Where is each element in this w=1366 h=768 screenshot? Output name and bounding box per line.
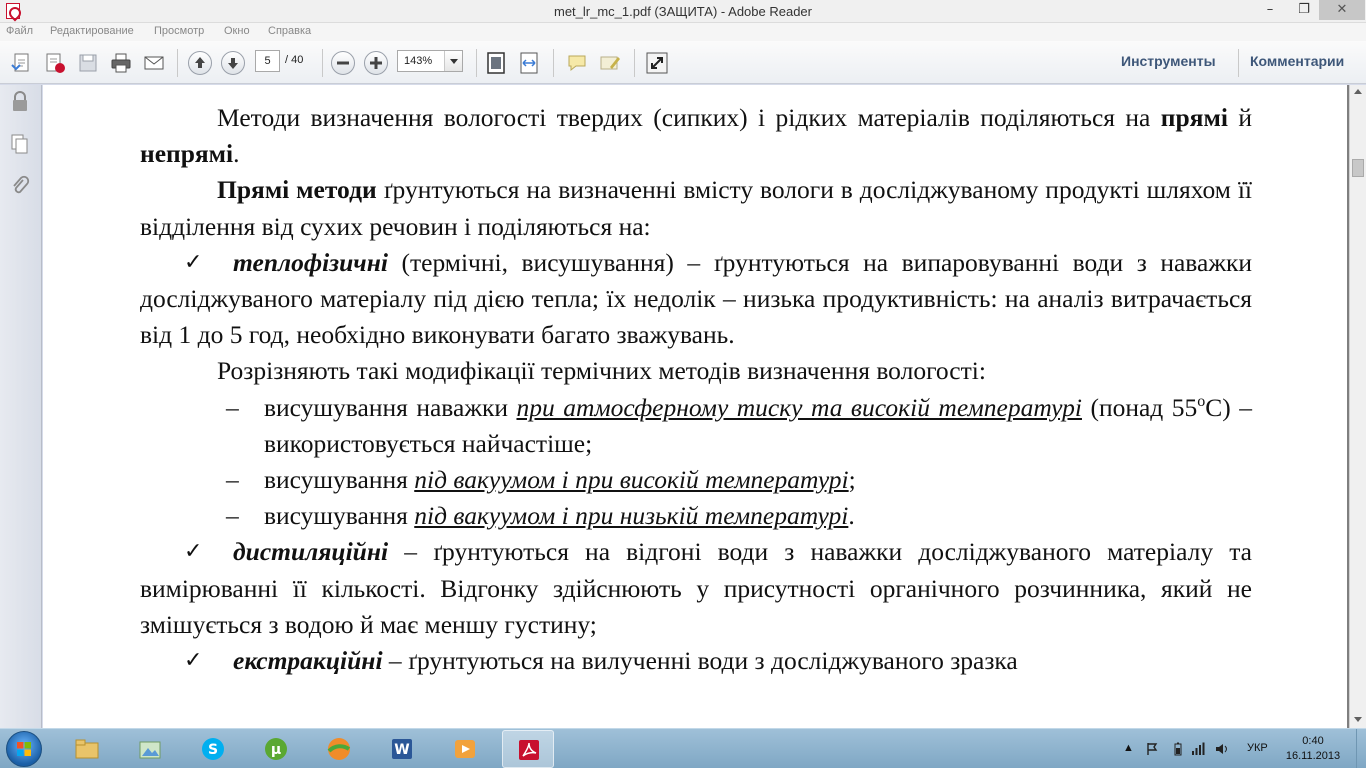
scrollbar-thumb[interactable] — [1352, 159, 1364, 177]
list-item-drying-vacuum-low: – висушування під вакуумом і при низькій … — [140, 498, 1252, 534]
clock-time: 0:40 — [1302, 735, 1324, 747]
paragraph-intro: Методи визначення вологості твердих (сип… — [140, 103, 1252, 169]
taskbar-media-app[interactable] — [313, 730, 365, 768]
list-item-distillation: ✓ дистиляційні – ґрунтуються на відгоні в… — [140, 534, 1252, 643]
svg-text:W: W — [394, 742, 409, 758]
page-thumbnails-icon[interactable] — [10, 133, 30, 155]
taskbar: S µ W ▲ УКР 0:40 16.11.2013 — [0, 728, 1366, 768]
toolbar-separator — [322, 49, 323, 77]
chevron-down-icon[interactable] — [444, 51, 462, 71]
paragraph-direct-methods: Прямі методи ґрунтуються на визначенні в… — [140, 175, 1252, 241]
adobe-reader-icon — [519, 740, 539, 760]
email-icon[interactable] — [142, 51, 166, 75]
svg-text:S: S — [208, 742, 218, 758]
dash-bullet: – — [226, 501, 239, 531]
taskbar-adobe-reader[interactable] — [502, 730, 554, 768]
comments-pane-button[interactable]: Комментарии — [1250, 53, 1344, 69]
folder-icon — [75, 739, 99, 759]
dash-bullet: – — [226, 465, 239, 495]
menu-help[interactable]: Справка — [268, 25, 311, 37]
full-screen-icon[interactable] — [645, 51, 669, 75]
arrow-up-icon — [195, 57, 205, 68]
taskbar-player[interactable] — [439, 730, 491, 768]
list-item-drying-vacuum-high: – висушування під вакуумом і при високій … — [140, 462, 1252, 498]
toolbar-separator — [476, 49, 477, 77]
volume-icon[interactable] — [1215, 742, 1229, 756]
close-button[interactable]: ✕ — [1319, 0, 1365, 20]
menu-file[interactable]: Файл — [6, 25, 33, 37]
plus-icon — [370, 57, 382, 69]
attachments-paperclip-icon[interactable] — [10, 175, 30, 197]
create-pdf-icon[interactable] — [10, 51, 34, 75]
battery-icon[interactable] — [1171, 742, 1185, 756]
start-button[interactable] — [6, 731, 42, 767]
fit-page-icon[interactable] — [484, 51, 508, 75]
page-total: / 40 — [285, 54, 304, 66]
toolbar-separator — [634, 49, 635, 77]
vertical-scrollbar[interactable] — [1349, 85, 1366, 728]
sticky-note-icon[interactable] — [565, 51, 589, 75]
windows-logo-icon — [17, 742, 31, 756]
paragraph-modifications: Розрізняють такі модифікації термічних м… — [217, 356, 986, 386]
fit-width-icon[interactable] — [517, 51, 541, 75]
next-page-button[interactable] — [221, 51, 245, 75]
document-text: Методи визначення вологості твердих (сип… — [140, 100, 1252, 679]
maximize-button[interactable]: ❐ — [1289, 0, 1319, 20]
title-bar: met_lr_mc_1.pdf (ЗАЩИТА) - Adobe Reader … — [0, 0, 1366, 23]
previous-page-button[interactable] — [188, 51, 212, 75]
media-player-icon — [455, 740, 475, 758]
taskbar-explorer[interactable] — [61, 730, 113, 768]
toolbar-separator — [1238, 49, 1239, 77]
checkmark-icon: ✓ — [184, 249, 203, 275]
dash-bullet: – — [226, 392, 239, 422]
menu-bar: Файл Редактирование Просмотр Окно Справк… — [0, 23, 1366, 41]
list-item-thermophysical: ✓ теплофізичні (термічні, висушування) – … — [140, 245, 1252, 354]
show-desktop-button[interactable] — [1356, 729, 1366, 768]
clock[interactable]: 0:40 16.11.2013 — [1284, 734, 1342, 764]
zoom-in-button[interactable] — [364, 51, 388, 75]
print-icon[interactable] — [109, 51, 133, 75]
scroll-down-arrow-icon[interactable] — [1354, 717, 1362, 722]
menu-view[interactable]: Просмотр — [154, 25, 204, 37]
save-icon[interactable] — [76, 51, 100, 75]
language-indicator[interactable]: УКР — [1247, 742, 1268, 754]
zoom-select[interactable]: 143% — [397, 50, 463, 72]
highlight-icon[interactable] — [598, 51, 622, 75]
action-center-flag-icon[interactable] — [1145, 742, 1159, 756]
tools-pane-button[interactable]: Инструменты — [1121, 53, 1216, 69]
network-icon[interactable] — [1191, 742, 1205, 756]
page-number-input[interactable]: 5 — [255, 50, 280, 72]
skype-icon: S — [202, 738, 224, 760]
taskbar-utorrent[interactable]: µ — [250, 730, 302, 768]
menu-window[interactable]: Окно — [224, 25, 250, 37]
minimize-button[interactable]: – — [1255, 0, 1285, 20]
word-icon: W — [392, 739, 412, 759]
tray-overflow-button[interactable]: ▲ — [1123, 742, 1134, 768]
arrow-down-icon — [228, 58, 238, 69]
toolbar-separator — [177, 49, 178, 77]
scroll-up-arrow-icon[interactable] — [1354, 89, 1362, 94]
export-pdf-icon[interactable] — [43, 51, 67, 75]
toolbar-separator — [553, 49, 554, 77]
svg-text:µ: µ — [271, 742, 281, 758]
taskbar-libraries[interactable] — [124, 730, 176, 768]
window-title: met_lr_mc_1.pdf (ЗАЩИТА) - Adobe Reader — [553, 4, 812, 19]
zoom-value: 143% — [404, 55, 433, 67]
zoom-out-button[interactable] — [331, 51, 355, 75]
taskbar-word[interactable]: W — [376, 730, 428, 768]
minus-icon — [337, 61, 349, 65]
list-item-extraction: ✓ екстракційні – ґрунтуються на вилученні… — [140, 643, 1252, 679]
clock-date: 16.11.2013 — [1285, 750, 1341, 762]
ball-icon — [327, 738, 351, 760]
navigation-pane — [0, 85, 42, 728]
utorrent-icon: µ — [265, 738, 287, 760]
lock-icon[interactable] — [10, 91, 30, 113]
checkmark-icon: ✓ — [184, 648, 203, 674]
checkmark-icon: ✓ — [184, 539, 203, 565]
menu-edit[interactable]: Редактирование — [50, 25, 134, 37]
taskbar-skype[interactable]: S — [187, 730, 239, 768]
folder-images-icon — [139, 741, 161, 759]
list-item-drying-atmospheric: – висушування наважки при атмосферному ти… — [140, 390, 1252, 462]
